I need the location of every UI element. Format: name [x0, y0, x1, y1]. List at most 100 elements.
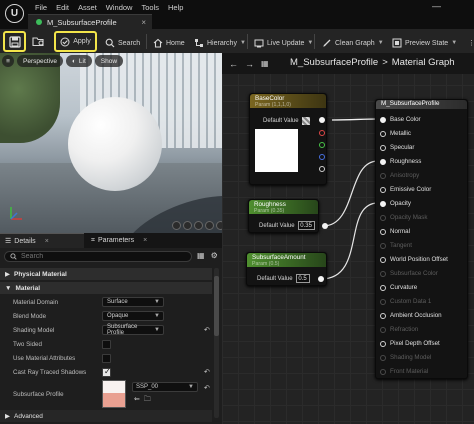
input-pin[interactable] [380, 313, 386, 319]
collapse-arrow-icon: ▶ [5, 413, 10, 420]
node-subsurface-amount[interactable]: SubsurfaceAmount Param (0.5) Default Val… [246, 252, 327, 286]
settings-gear-icon[interactable]: ⚙ [211, 251, 218, 260]
toolbar-overflow-icon[interactable]: ⋮ [464, 33, 474, 53]
use-material-attributes-checkbox[interactable] [102, 353, 111, 363]
perspective-button[interactable]: Perspective [17, 55, 63, 67]
output-pin-a[interactable] [319, 166, 325, 172]
output-pin-b[interactable] [319, 154, 325, 160]
tab-details[interactable]: ☰ Details × [0, 233, 84, 248]
use-selected-asset-icon[interactable]: ⇐ [134, 395, 140, 406]
shading-model-dropdown[interactable]: Subsurface Profile ▼ [102, 324, 164, 336]
breadcrumb-root[interactable]: M_SubsurfaceProfile [290, 57, 378, 68]
menu-tools[interactable]: Tools [141, 3, 168, 12]
preview-state-button[interactable]: Preview State ▼ [388, 33, 461, 53]
property-matrix-icon[interactable]: ▦ [197, 251, 205, 260]
window-minimize-button[interactable]: — [432, 1, 441, 11]
unreal-logo-icon[interactable]: U [5, 4, 24, 23]
default-value-label: Default Value [257, 275, 293, 282]
subsurface-profile-picker[interactable]: SSP_00 ▼ [132, 382, 198, 392]
lit-button[interactable]: ◐ Lit [65, 55, 92, 67]
preview-viewport[interactable]: ≡ Perspective ◐ Lit Show [0, 53, 222, 233]
home-icon [153, 38, 163, 48]
section-material[interactable]: ▼ Material [0, 282, 212, 294]
browse-asset-icon[interactable]: 🗀 [144, 395, 151, 406]
reset-to-default-icon[interactable]: ↶ [204, 384, 210, 392]
tab-parameters[interactable]: ⌗ Parameters × [86, 233, 176, 248]
live-update-button[interactable]: Live Update ▼ [250, 33, 317, 53]
roughness-value-input[interactable]: 0.35 [297, 221, 315, 230]
tab-close-icon[interactable]: × [143, 237, 147, 244]
input-pin[interactable] [380, 285, 386, 291]
section-advanced[interactable]: ▶ Advanced [0, 410, 212, 422]
search-icon [105, 38, 115, 48]
node-header: M_SubsurfaceProfile [376, 100, 467, 109]
clean-graph-icon [323, 39, 331, 47]
back-arrow-icon[interactable]: ← [229, 59, 238, 69]
search-button[interactable]: Search [101, 33, 144, 53]
reset-to-default-icon[interactable]: ↶ [204, 326, 210, 334]
reset-to-default-icon[interactable]: ↶ [204, 368, 210, 376]
input-pin[interactable] [380, 341, 386, 347]
input-pin[interactable] [380, 229, 386, 235]
clean-graph-button[interactable]: Clean Graph ▼ [318, 33, 388, 53]
breadcrumb-leaf[interactable]: Material Graph [392, 57, 455, 68]
material-graph[interactable]: ← → ▦ M_SubsurfaceProfile > Material Gra… [222, 53, 474, 424]
input-pin[interactable] [380, 257, 386, 263]
apply-label: Apply [73, 38, 91, 45]
material-domain-dropdown[interactable]: Surface ▼ [102, 297, 164, 307]
toolbar-divider [146, 34, 147, 49]
save-button[interactable] [3, 31, 26, 52]
cast-ray-traced-shadows-checkbox[interactable] [102, 367, 111, 377]
tab-details-label: Details [14, 237, 36, 245]
prop-label: Shading Model [13, 326, 55, 334]
document-tab[interactable]: M_SubsurfaceProfile × [28, 14, 152, 29]
menu-asset[interactable]: Asset [78, 3, 106, 12]
input-pin-label: World Position Offset [390, 256, 448, 263]
forward-arrow-icon[interactable]: → [245, 59, 254, 69]
input-pin[interactable] [380, 187, 386, 193]
preview-cylinder-icon[interactable] [172, 221, 181, 230]
tab-close-icon[interactable]: × [141, 18, 152, 27]
section-physical-material[interactable]: ▶ Physical Material [0, 268, 212, 280]
input-pin-label: Opacity Mask [390, 214, 428, 221]
node-material-result[interactable]: M_SubsurfaceProfile Base Color Metallic Sp… [375, 99, 468, 379]
menu-file[interactable]: File [35, 3, 56, 12]
details-search-input[interactable] [21, 253, 181, 260]
input-pin[interactable] [380, 131, 386, 137]
color-picker-swatch[interactable] [301, 117, 310, 125]
output-pin[interactable] [322, 223, 328, 229]
blend-mode-dropdown[interactable]: Opaque ▼ [102, 311, 164, 321]
browse-button[interactable] [29, 31, 47, 52]
breadcrumb-separator: > [382, 57, 388, 68]
node-basecolor[interactable]: BaseColor Param (1,1,1,0) Default Value [249, 93, 327, 185]
hierarchy-button[interactable]: Hierarchy ▼ [190, 33, 250, 53]
prop-label: Use Material Attributes [13, 354, 76, 362]
menu-help[interactable]: Help [168, 3, 192, 12]
home-button[interactable]: Home [149, 33, 189, 53]
details-scrollbar[interactable] [214, 268, 219, 418]
preview-cube-icon[interactable] [205, 221, 214, 230]
input-pin[interactable] [380, 201, 386, 207]
node-subtitle: Param (1,1,1,0) [255, 102, 292, 108]
preview-plane-icon[interactable] [194, 221, 203, 230]
menu-edit[interactable]: Edit [56, 3, 78, 12]
two-sided-checkbox[interactable] [102, 339, 111, 349]
output-pin-g[interactable] [319, 142, 325, 148]
subsurface-amount-value-input[interactable]: 0.5 [295, 274, 310, 283]
scrollbar-thumb[interactable] [214, 276, 219, 336]
input-pin[interactable] [380, 145, 386, 151]
viewport-menu-icon[interactable]: ≡ [2, 55, 14, 67]
output-pin-r[interactable] [319, 130, 325, 136]
input-pin[interactable] [380, 117, 386, 123]
subsurface-profile-thumbnail[interactable] [102, 380, 126, 408]
menu-window[interactable]: Window [106, 3, 142, 12]
output-pin-rgb[interactable] [319, 117, 325, 123]
apply-button[interactable]: Apply [54, 31, 97, 52]
show-button[interactable]: Show [94, 55, 124, 67]
input-pin[interactable] [380, 159, 386, 165]
preview-sphere-icon[interactable] [183, 221, 192, 230]
node-roughness[interactable]: Roughness Param (0.35) Default Value 0.3… [248, 199, 328, 233]
tab-close-icon[interactable]: × [45, 238, 49, 245]
output-pin[interactable] [318, 276, 324, 282]
perspective-label: Perspective [23, 57, 57, 65]
